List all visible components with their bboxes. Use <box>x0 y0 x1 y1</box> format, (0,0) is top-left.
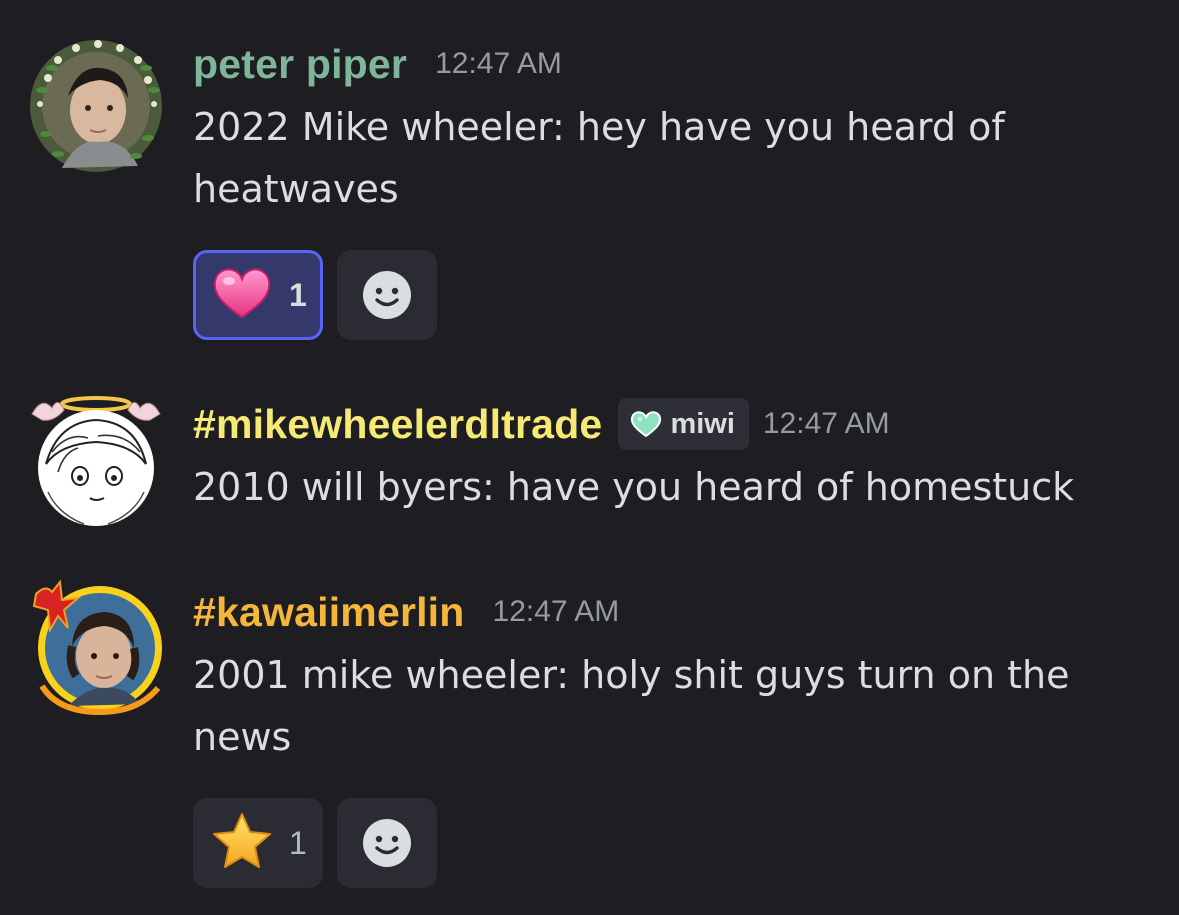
message-content: #kawaiimerlin 12:47 AM 2001 mike wheeler… <box>193 584 1139 888</box>
server-tag-label: miwi <box>670 407 735 440</box>
add-reaction-button[interactable] <box>337 250 437 340</box>
message-timestamp: 12:47 AM <box>492 595 620 628</box>
message-text: 2001 mike wheeler: holy shit guys turn o… <box>193 653 1070 759</box>
message-timestamp: 12:47 AM <box>762 407 890 440</box>
chat-message-list: peter piper 12:47 AM 2022 Mike wheeler: … <box>0 0 1179 915</box>
server-tag[interactable]: miwi <box>618 398 749 450</box>
reaction-bar: 1 <box>193 250 1139 340</box>
message-header: #kawaiimerlin 12:47 AM <box>193 584 1139 640</box>
message-content: #mikewheelerdltrade miwi 12:47 AM 2010 w… <box>193 396 1139 518</box>
reaction-bar: 1 <box>193 798 1139 888</box>
message-timestamp: 12:47 AM <box>435 47 562 80</box>
star-icon <box>211 811 273 875</box>
message-header: #mikewheelerdltrade miwi 12:47 AM <box>193 396 1139 452</box>
avatar-portrait-icon <box>31 396 161 526</box>
smiley-icon <box>363 271 411 319</box>
sparkling-heart-icon <box>211 265 273 325</box>
message-header: peter piper 12:47 AM <box>193 36 1139 92</box>
avatar[interactable] <box>28 576 164 716</box>
message-text: 2022 Mike wheeler: hey have you heard of… <box>193 105 1005 211</box>
smiley-icon <box>363 819 411 867</box>
green-heart-icon <box>630 410 662 438</box>
message-text: 2010 will byers: have you heard of homes… <box>193 465 1075 509</box>
message-content: peter piper 12:47 AM 2022 Mike wheeler: … <box>193 36 1139 340</box>
avatar-portrait-icon <box>30 40 162 172</box>
reaction-count: 1 <box>289 276 307 313</box>
reaction-count: 1 <box>289 824 307 861</box>
author-name[interactable]: peter piper <box>193 41 407 88</box>
author-name[interactable]: #kawaiimerlin <box>193 589 465 636</box>
add-reaction-button[interactable] <box>337 798 437 888</box>
avatar-portrait-icon <box>32 579 162 716</box>
avatar[interactable] <box>28 38 164 174</box>
reaction-sparkling-heart[interactable]: 1 <box>193 250 323 340</box>
author-name[interactable]: #mikewheelerdltrade <box>193 401 602 448</box>
avatar[interactable] <box>28 392 164 528</box>
reaction-star[interactable]: 1 <box>193 798 323 888</box>
